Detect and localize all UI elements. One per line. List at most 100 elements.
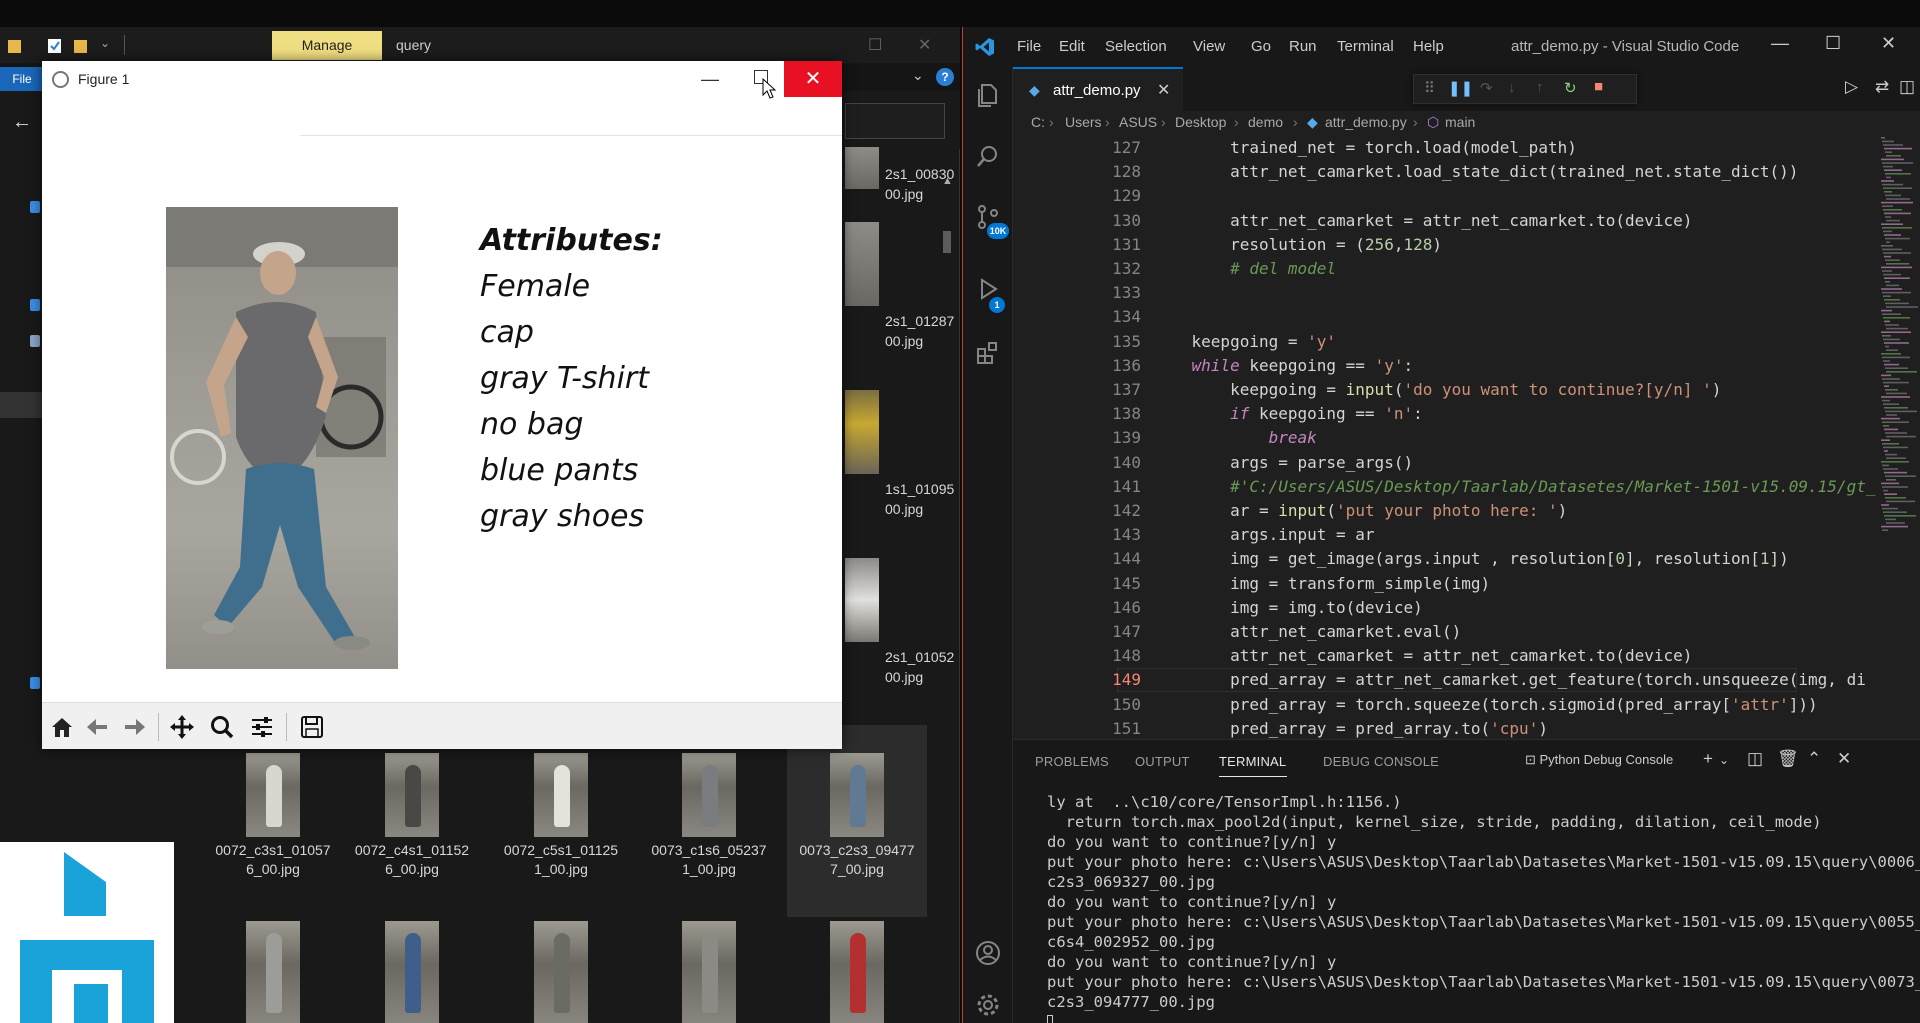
code-line[interactable]: 142 ar = input('put your photo here: ')	[1013, 499, 1920, 523]
properties-icon[interactable]	[48, 38, 61, 53]
restart-icon[interactable]: ↻	[1564, 79, 1577, 97]
quick-access-icon[interactable]	[30, 201, 40, 213]
close-button[interactable]: ✕	[784, 61, 842, 97]
search-input[interactable]	[845, 103, 945, 139]
code-line[interactable]: 137 keepgoing = input('do you want to co…	[1013, 378, 1920, 402]
accounts-icon[interactable]	[974, 939, 1002, 967]
split-editor-icon[interactable]: ◫	[1899, 77, 1915, 97]
pan-icon[interactable]	[166, 711, 198, 743]
tab-problems[interactable]: PROBLEMS	[1035, 754, 1109, 769]
code-line[interactable]: 143 args.input = ar	[1013, 523, 1920, 547]
menu-file[interactable]: File	[1017, 38, 1041, 55]
code-editor[interactable]: 127 trained_net = torch.load(model_path)…	[1013, 133, 1920, 739]
code-line[interactable]: 138 if keepgoing == 'n':	[1013, 402, 1920, 426]
stop-icon[interactable]: ■	[1594, 78, 1603, 95]
configure-subplots-icon[interactable]	[246, 711, 278, 743]
code-line[interactable]: 149 pred_array = attr_net_camarket.get_f…	[1013, 668, 1920, 693]
code-line[interactable]: 128 attr_net_camarket.load_state_dict(tr…	[1013, 160, 1920, 184]
run-file-icon[interactable]: ▷	[1845, 77, 1858, 97]
extensions-icon[interactable]	[974, 339, 1002, 367]
step-out-icon[interactable]: ↑	[1536, 79, 1544, 96]
menu-help[interactable]: Help	[1413, 38, 1444, 55]
file-thumbnail[interactable]: 2s1_01052 00.jpg	[845, 558, 954, 685]
maximize-panel-icon[interactable]: ⌃	[1807, 749, 1821, 769]
back-arrow-icon[interactable]: ←	[12, 111, 32, 134]
menu-view[interactable]: View	[1193, 38, 1225, 55]
new-folder-icon[interactable]	[74, 38, 87, 53]
breadcrumb-item[interactable]: Users	[1065, 114, 1102, 130]
tab-debug-console[interactable]: DEBUG CONSOLE	[1323, 754, 1439, 769]
manage-tab[interactable]: Manage	[272, 31, 382, 60]
home-icon[interactable]	[46, 711, 78, 743]
code-line[interactable]: 148 attr_net_camarket = attr_net_camarke…	[1013, 644, 1920, 668]
step-over-icon[interactable]: ↷	[1480, 79, 1493, 97]
quick-access-chevron-icon[interactable]: ⌄	[100, 36, 110, 50]
manage-gear-icon[interactable]	[974, 991, 1002, 1019]
terminal-prompt[interactable]	[1047, 1012, 1917, 1023]
menu-terminal[interactable]: Terminal	[1337, 38, 1394, 55]
file-thumbnail[interactable]: 0074_c1s1_00967	[491, 915, 631, 1023]
code-line[interactable]: 145 img = transform_simple(img)	[1013, 572, 1920, 596]
maximize-icon[interactable]: ☐	[868, 35, 882, 55]
code-line[interactable]: 140 args = parse_args()	[1013, 451, 1920, 475]
maximize-icon[interactable]: ☐	[1825, 33, 1841, 54]
file-thumbnail[interactable]: 2s1_00830 00.jpg	[845, 147, 954, 202]
minimize-icon[interactable]: —	[1771, 33, 1789, 54]
help-icon[interactable]: ?	[936, 68, 954, 86]
code-line[interactable]: 141 #'C:/Users/ASUS/Desktop/Taarlab/Data…	[1013, 475, 1920, 499]
breadcrumb-item[interactable]: attr_demo.py	[1325, 114, 1407, 130]
code-line[interactable]: 134	[1013, 305, 1920, 329]
code-line[interactable]: 135 keepgoing = 'y'	[1013, 330, 1920, 354]
minimize-button[interactable]: —	[688, 63, 732, 97]
tab-close-icon[interactable]: ✕	[1157, 80, 1170, 100]
forward-arrow-icon[interactable]	[118, 711, 150, 743]
minimap[interactable]	[1879, 133, 1919, 553]
explorer-files-icon[interactable]	[974, 81, 1002, 109]
breadcrumb-item[interactable]: Desktop	[1175, 114, 1226, 130]
drag-handle-icon[interactable]: ⠿	[1424, 79, 1435, 97]
close-panel-icon[interactable]: ✕	[1837, 749, 1851, 769]
breadcrumb-item[interactable]: C:	[1031, 114, 1045, 130]
code-line[interactable]: 150 pred_array = torch.squeeze(torch.sig…	[1013, 693, 1920, 717]
file-thumbnail[interactable]: 1s1_01095 00.jpg	[845, 390, 954, 517]
code-line[interactable]: 131 resolution = (256,128)	[1013, 233, 1920, 257]
code-line[interactable]: 147 attr_net_camarket.eval()	[1013, 620, 1920, 644]
ribbon-expand-chevron-icon[interactable]: ⌄	[912, 67, 924, 84]
menu-edit[interactable]: Edit	[1059, 38, 1085, 55]
menu-run[interactable]: Run	[1289, 38, 1317, 55]
compare-changes-icon[interactable]: ⇄	[1875, 77, 1889, 97]
search-icon[interactable]	[974, 143, 1002, 171]
kill-terminal-icon[interactable]: 🗑	[1777, 749, 1799, 769]
code-line[interactable]: 139 break	[1013, 426, 1920, 450]
terminal-selector[interactable]: ⊡ Python Debug Console	[1525, 752, 1673, 768]
file-thumbnail[interactable]: 2s1_01287 00.jpg	[845, 222, 954, 349]
tab-output[interactable]: OUTPUT	[1135, 754, 1190, 769]
file-thumbnail[interactable]: 0075_c1s1_01127	[787, 915, 927, 1023]
file-thumbnail[interactable]: 0072_c4s1_01152 6_00.jpg	[342, 747, 482, 917]
onedrive-icon[interactable]	[30, 299, 40, 311]
terminal-output[interactable]: ly at ..\c10/core/TensorImpl.h:1156.) re…	[1047, 792, 1920, 1023]
breadcrumb-item[interactable]: main	[1445, 114, 1475, 130]
back-arrow-icon[interactable]	[82, 711, 114, 743]
code-line[interactable]: 130 attr_net_camarket = attr_net_camarke…	[1013, 209, 1920, 233]
tab-attr-demo[interactable]: ◆ attr_demo.py ✕	[1013, 67, 1183, 111]
code-line[interactable]: 144 img = get_image(args.input , resolut…	[1013, 547, 1920, 571]
code-line[interactable]: 129	[1013, 184, 1920, 208]
pause-icon[interactable]: ❚❚	[1448, 79, 1473, 97]
tab-terminal[interactable]: TERMINAL	[1219, 754, 1286, 769]
step-into-icon[interactable]: ↓	[1508, 79, 1516, 96]
menu-selection[interactable]: Selection	[1105, 38, 1167, 55]
file-thumbnail[interactable]: 0072_c5s1_01125 1_00.jpg	[491, 747, 631, 917]
navigation-selected-item[interactable]	[0, 392, 44, 418]
code-line[interactable]: 133	[1013, 281, 1920, 305]
file-thumbnail[interactable]: 0073_c6s4_02767	[342, 915, 482, 1023]
scroll-thumb[interactable]	[943, 231, 951, 253]
split-terminal-icon[interactable]: ◫	[1747, 749, 1763, 769]
code-line[interactable]: 127 trained_net = torch.load(model_path)	[1013, 136, 1920, 160]
code-line[interactable]: 136 while keepgoing == 'y':	[1013, 354, 1920, 378]
file-thumbnail[interactable]: 0073_c2s3_09477 7_00.jpg	[787, 725, 927, 917]
close-icon[interactable]: ✕	[1881, 33, 1896, 54]
code-line[interactable]: 146 img = img.to(device)	[1013, 596, 1920, 620]
file-tab[interactable]: File	[0, 67, 44, 91]
this-pc-icon[interactable]	[30, 335, 40, 347]
